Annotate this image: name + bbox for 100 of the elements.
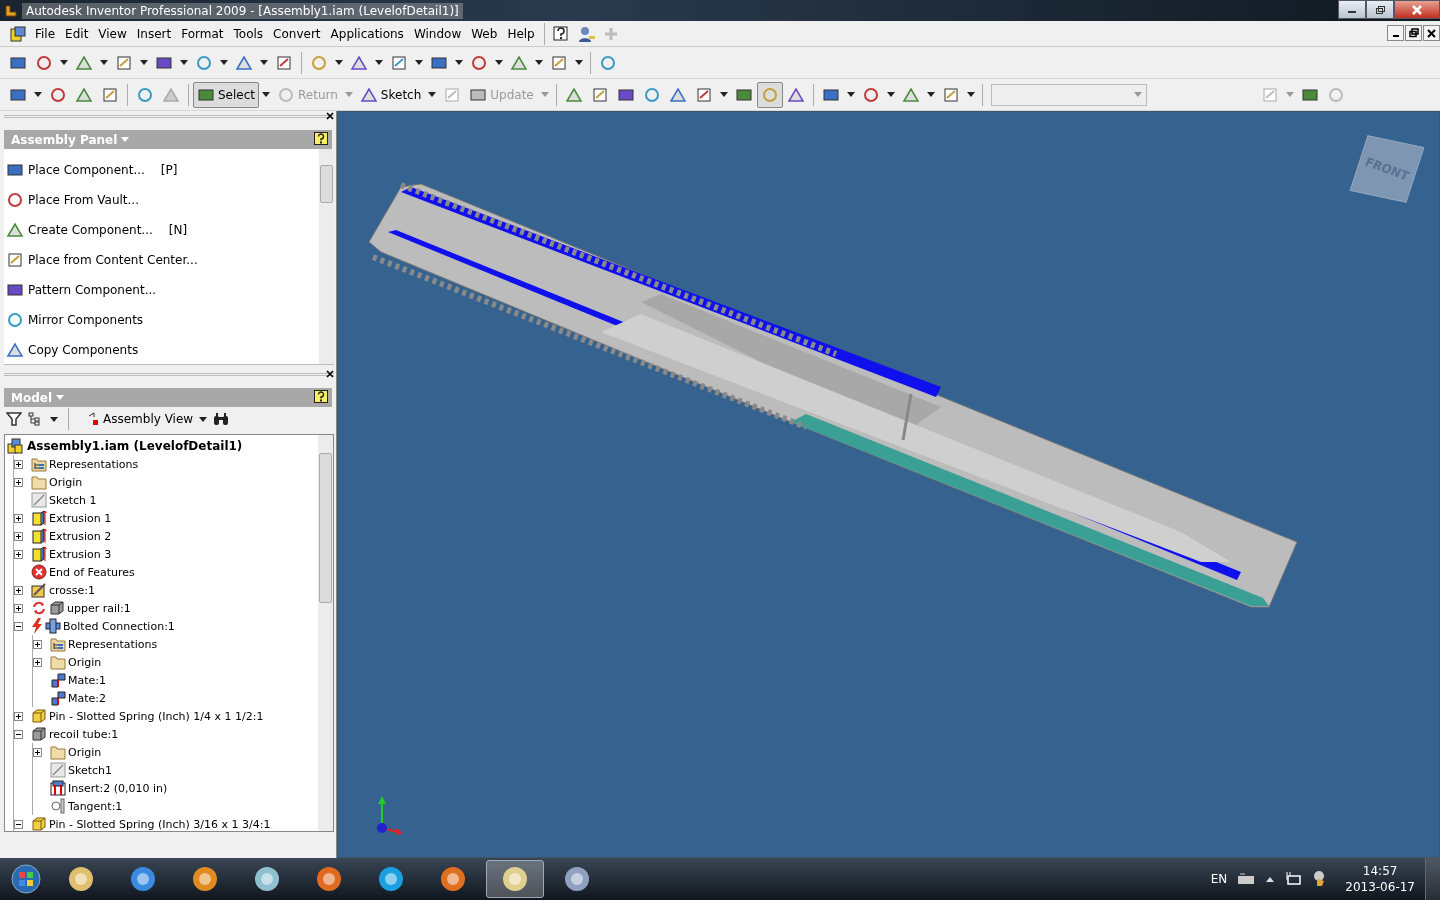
language-indicator[interactable]: EN <box>1210 872 1228 886</box>
toolbar-button[interactable]: Select <box>193 81 260 108</box>
person-icon[interactable] <box>576 25 595 42</box>
caret-icon <box>846 92 855 97</box>
part-icon <box>31 726 47 742</box>
scrollbar[interactable] <box>319 149 334 364</box>
help-icon[interactable] <box>552 25 569 42</box>
caret-icon[interactable] <box>50 416 58 422</box>
maximize-button[interactable] <box>1366 0 1394 19</box>
expand-toggle[interactable] <box>14 477 23 487</box>
expand-toggle[interactable] <box>14 585 23 595</box>
restore-button[interactable] <box>1405 25 1422 41</box>
caret-icon <box>34 92 42 97</box>
close-icon[interactable] <box>326 370 334 378</box>
caret-icon[interactable] <box>199 416 208 422</box>
tool-icon <box>901 85 920 104</box>
close-button[interactable] <box>1423 25 1440 41</box>
menu-item[interactable]: Tools <box>228 26 269 41</box>
network-icon[interactable] <box>1285 871 1302 887</box>
collapse-toggle[interactable] <box>14 621 23 631</box>
view-selector[interactable]: Assembly View <box>87 412 194 426</box>
tree-item[interactable]: Tangent:1 <box>68 799 123 813</box>
panel-command[interactable]: Copy Components <box>4 335 319 365</box>
caret-icon <box>262 92 271 97</box>
menu-item[interactable]: Insert <box>131 26 177 41</box>
tree-item[interactable]: crosse:1 <box>49 583 95 597</box>
clock[interactable]: 14:57 2013-06-17 <box>1345 863 1415 895</box>
representations-icon <box>50 636 66 652</box>
tree-item[interactable]: Insert:2 (0,010 in) <box>68 781 168 795</box>
tree-item[interactable]: Mate:1 <box>68 673 107 687</box>
panel-command[interactable]: Pattern Component... <box>4 275 319 305</box>
folder-icon <box>31 474 47 490</box>
view-icon <box>87 412 101 426</box>
expand-toggle[interactable] <box>14 459 23 469</box>
minimize-button[interactable] <box>1387 25 1404 41</box>
minimize-button[interactable] <box>1338 0 1366 19</box>
tree-item[interactable]: Extrusion 2 <box>49 529 112 543</box>
caret-icon <box>415 60 423 65</box>
menu-item[interactable]: View <box>93 26 132 41</box>
expand-toggle[interactable] <box>33 747 42 757</box>
menu-item[interactable]: Applications <box>325 26 409 41</box>
menu-item[interactable]: Help <box>502 26 540 41</box>
close-button[interactable] <box>1394 0 1440 19</box>
caret-icon <box>886 92 895 97</box>
tree-item[interactable]: Sketch1 <box>68 763 113 777</box>
menu-item[interactable]: Convert <box>268 26 326 41</box>
caret-icon <box>335 60 343 65</box>
panel-command[interactable]: Place From Vault... <box>4 185 319 215</box>
tree-item[interactable]: Sketch 1 <box>49 493 97 507</box>
menu-item[interactable]: Web <box>466 26 503 41</box>
tool-icon <box>235 53 253 72</box>
tree-item[interactable]: Representations <box>49 457 139 471</box>
tree-item[interactable]: Pin - Slotted Spring (Inch) 3/16 x 1 3/4:1 <box>49 817 271 831</box>
document-icon <box>10 25 26 42</box>
tree-item[interactable]: Extrusion 1 <box>49 511 112 525</box>
tree-item[interactable]: Assembly1.iam (LevelofDetail1) <box>27 439 243 453</box>
tree-item[interactable]: upper rail:1 <box>67 601 131 615</box>
show-desktop-button[interactable] <box>1425 858 1440 900</box>
up-arrow-icon[interactable] <box>1265 875 1276 883</box>
collapse-toggle[interactable] <box>14 819 23 829</box>
part-icon <box>49 600 65 616</box>
tree-item[interactable]: End of Features <box>49 565 135 579</box>
help-icon[interactable] <box>314 390 328 405</box>
expand-toggle[interactable] <box>14 549 23 559</box>
menu-item[interactable]: Window <box>408 26 467 41</box>
expand-toggle[interactable] <box>14 603 23 613</box>
taskbar-app-button[interactable] <box>486 860 544 898</box>
panel-command[interactable]: Place Component... [P] <box>4 155 319 185</box>
help-icon[interactable] <box>314 132 328 147</box>
scrollbar[interactable] <box>318 435 333 831</box>
menu-item[interactable]: File <box>30 26 61 41</box>
tree-item[interactable]: Representations <box>68 637 158 651</box>
tool-icon <box>136 85 154 104</box>
expand-toggle[interactable] <box>33 657 42 667</box>
tree-item[interactable]: recoil tube:1 <box>49 727 119 741</box>
panel-command[interactable]: Mirror Components <box>4 305 319 335</box>
tree-item[interactable]: Extrusion 3 <box>49 547 112 561</box>
expand-toggle[interactable] <box>14 513 23 523</box>
close-icon[interactable] <box>326 112 334 120</box>
dropdown-field[interactable] <box>990 83 1147 106</box>
tree-item[interactable]: Bolted Connection:1 <box>63 619 175 633</box>
panel-command[interactable]: Place from Content Center... <box>4 245 319 275</box>
menu-item[interactable]: Edit <box>60 26 94 41</box>
filter-icon[interactable] <box>6 412 22 426</box>
panel-command[interactable]: Create Component... [N] <box>4 215 319 245</box>
tree-item[interactable]: Origin <box>68 745 102 759</box>
expand-toggle[interactable] <box>33 639 42 649</box>
tree-item[interactable]: Pin - Slotted Spring (Inch) 1/4 x 1 1/2:1 <box>49 709 264 723</box>
tree-item[interactable]: Mate:2 <box>68 691 107 705</box>
expand-toggle[interactable] <box>14 711 23 721</box>
collapse-toggle[interactable] <box>14 729 23 739</box>
binoculars-icon[interactable] <box>213 412 230 426</box>
caret-icon <box>575 60 583 65</box>
keyboard-icon[interactable] <box>1237 873 1256 885</box>
tree-item[interactable]: Origin <box>68 655 102 669</box>
expand-toggle[interactable] <box>14 531 23 541</box>
toolbar-button[interactable]: Sketch <box>355 81 426 108</box>
menu-item[interactable]: Format <box>176 26 229 41</box>
insert-icon <box>50 780 66 796</box>
tree-item[interactable]: Origin <box>49 475 83 489</box>
